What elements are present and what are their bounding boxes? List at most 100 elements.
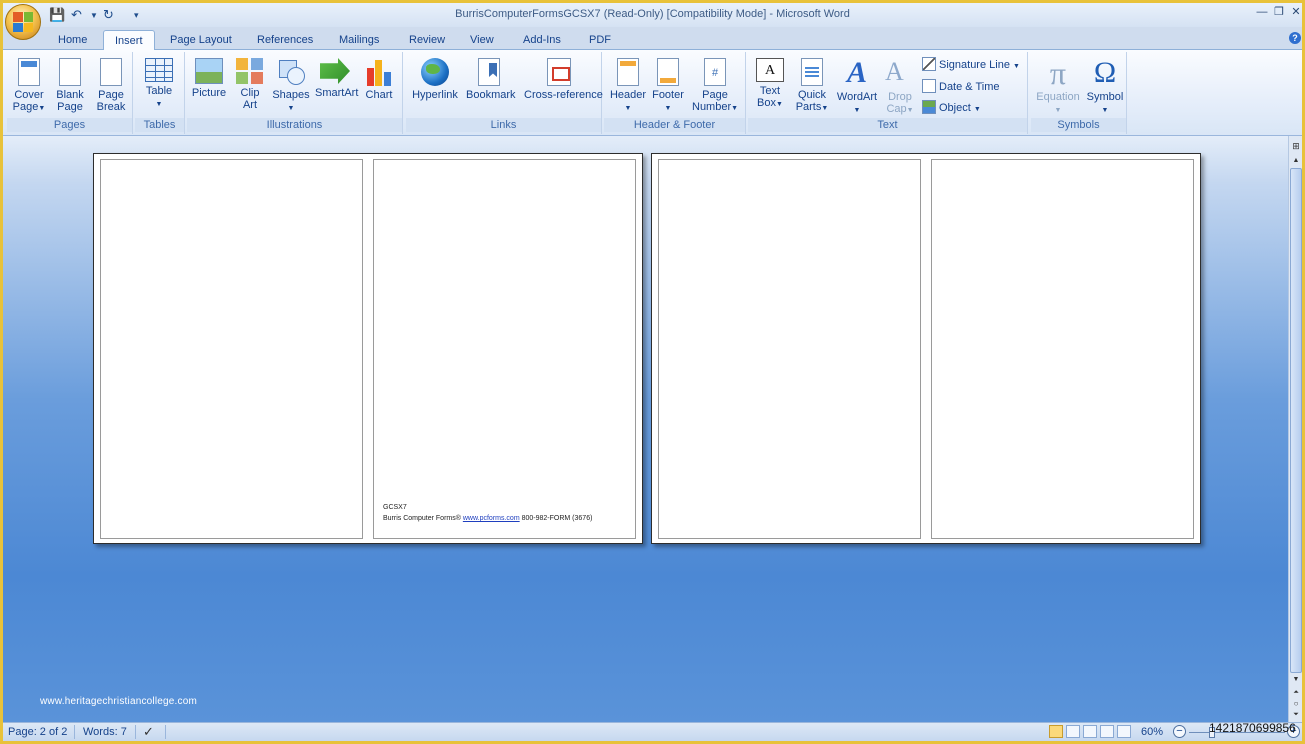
tab-pdf[interactable]: PDF xyxy=(578,30,622,50)
wordart-button[interactable]: A WordArt ▼ xyxy=(834,54,880,116)
blank-page-icon xyxy=(59,58,81,86)
help-icon[interactable]: ? xyxy=(1289,32,1301,44)
close-button[interactable]: ✕ xyxy=(1288,5,1302,19)
bookmark-button[interactable]: Bookmark xyxy=(466,54,516,116)
form-phone: 800-982-FORM (3676) xyxy=(521,515,593,522)
vertical-scrollbar[interactable]: ⊞ ▲ ▼ ⏶ ○ ⏷ xyxy=(1288,136,1302,722)
object-button[interactable]: Object ▼ xyxy=(922,99,981,117)
equation-button[interactable]: π Equation ▼ xyxy=(1033,54,1083,116)
restore-button[interactable]: ❐ xyxy=(1271,5,1287,19)
undo-dropdown-icon[interactable]: ▼ xyxy=(90,6,98,24)
signature-line-button[interactable]: Signature Line ▼ xyxy=(922,56,1020,74)
chart-button[interactable]: Chart xyxy=(359,54,399,116)
group-text: A Text Box▼ Quick Parts▼ A WordArt ▼ A D… xyxy=(748,52,1028,134)
tab-page-layout[interactable]: Page Layout xyxy=(159,30,243,50)
group-label-illustrations: Illustrations xyxy=(187,118,402,132)
shapes-button[interactable]: Shapes ▼ xyxy=(271,54,311,116)
picture-button[interactable]: Picture xyxy=(189,54,229,116)
ruler-toggle-icon[interactable]: ⊞ xyxy=(1290,141,1302,153)
scroll-thumb[interactable] xyxy=(1290,168,1302,673)
document-area[interactable]: GCSX7 Burris Computer Forms® www.pcforms… xyxy=(3,136,1288,722)
ribbon-tabs: Home Insert Page Layout References Maili… xyxy=(3,27,1302,51)
previous-page-icon[interactable]: ⏶ xyxy=(1290,688,1302,698)
watermark-text: www.heritagechristiancollege.com xyxy=(40,696,198,707)
tab-references[interactable]: References xyxy=(246,30,324,50)
status-page-number[interactable]: Page: 2 of 2 xyxy=(8,726,67,738)
chevron-down-icon: ▼ xyxy=(155,101,163,108)
chevron-down-icon: ▼ xyxy=(776,101,783,108)
window-title: BurrisComputerFormsGCSX7 (Read-Only) [Co… xyxy=(455,8,850,20)
web-layout-view-icon[interactable] xyxy=(1083,725,1097,738)
ribbon: Cover Page▼ Blank Page Page Break Pages … xyxy=(3,50,1302,136)
chevron-down-icon: ▼ xyxy=(821,105,829,112)
office-button[interactable] xyxy=(5,4,41,40)
footer-icon xyxy=(657,58,679,86)
omega-icon: Ω xyxy=(1093,56,1117,89)
next-page-icon[interactable]: ⏷ xyxy=(1290,710,1302,720)
print-layout-view-icon[interactable] xyxy=(1049,725,1063,738)
tab-view[interactable]: View xyxy=(459,30,505,50)
quick-parts-button[interactable]: Quick Parts▼ xyxy=(792,54,832,116)
chevron-down-icon: ▼ xyxy=(1101,107,1109,114)
save-icon[interactable]: 💾 xyxy=(49,6,65,24)
bookmark-icon xyxy=(478,58,500,86)
table-icon xyxy=(145,58,173,82)
undo-icon[interactable]: ↶ xyxy=(71,6,82,24)
chevron-down-icon: ▼ xyxy=(906,107,914,114)
smartart-button[interactable]: SmartArt xyxy=(315,54,358,116)
header-button[interactable]: Header ▼ xyxy=(608,54,648,116)
minimize-button[interactable]: — xyxy=(1254,5,1270,19)
cross-reference-button[interactable]: Cross-reference xyxy=(524,54,603,116)
group-tables: Table ▼ Tables xyxy=(135,52,185,134)
page-break-button[interactable]: Page Break xyxy=(91,54,131,116)
tab-insert[interactable]: Insert xyxy=(103,30,155,51)
hyperlink-button[interactable]: Hyperlink xyxy=(412,54,458,116)
group-header-footer: Header ▼ Footer ▼ # Page Number▼ Header … xyxy=(604,52,746,134)
proofing-icon[interactable]: ✓ xyxy=(143,724,154,740)
title-bar: BurrisComputerFormsGCSX7 (Read-Only) [Co… xyxy=(3,3,1302,27)
cover-page-icon xyxy=(18,58,40,86)
word-window: BurrisComputerFormsGCSX7 (Read-Only) [Co… xyxy=(3,3,1302,741)
status-word-count[interactable]: Words: 7 xyxy=(83,726,127,738)
tab-mailings[interactable]: Mailings xyxy=(328,30,390,50)
cover-page-button[interactable]: Cover Page▼ xyxy=(9,54,49,116)
blank-page-button[interactable]: Blank Page xyxy=(50,54,90,116)
outline-view-icon[interactable] xyxy=(1100,725,1114,738)
text-box-button[interactable]: A Text Box▼ xyxy=(750,54,790,116)
document-page-1[interactable]: GCSX7 Burris Computer Forms® www.pcforms… xyxy=(93,153,643,544)
clip-art-button[interactable]: Clip Art xyxy=(230,54,270,116)
chart-icon xyxy=(365,58,393,86)
status-separator xyxy=(165,725,166,739)
text-box-icon: A xyxy=(756,58,784,82)
drop-cap-button[interactable]: A Drop Cap▼ xyxy=(880,54,920,116)
office-logo-icon xyxy=(13,12,33,32)
draft-view-icon[interactable] xyxy=(1117,725,1131,738)
redo-icon[interactable]: ↻ xyxy=(103,6,114,24)
document-page-2[interactable] xyxy=(651,153,1201,544)
page-number-button[interactable]: # Page Number▼ xyxy=(692,54,738,116)
form-link[interactable]: www.pcforms.com xyxy=(463,515,520,522)
zoom-level[interactable]: 60% xyxy=(1141,726,1163,738)
symbol-button[interactable]: Ω Symbol ▼ xyxy=(1085,54,1125,116)
date-time-button[interactable]: Date & Time xyxy=(922,78,1000,96)
signature-icon xyxy=(922,57,936,71)
chevron-down-icon: ▼ xyxy=(731,105,739,112)
scroll-down-icon[interactable]: ▼ xyxy=(1290,675,1302,685)
tab-review[interactable]: Review xyxy=(398,30,456,50)
globe-icon xyxy=(421,58,449,86)
customize-qat-icon[interactable]: ▾ xyxy=(134,6,139,24)
wordart-icon: A xyxy=(846,56,867,89)
chevron-down-icon: ▼ xyxy=(1054,107,1062,114)
tab-add-ins[interactable]: Add-Ins xyxy=(512,30,572,50)
browse-object-icon[interactable]: ○ xyxy=(1290,699,1302,709)
scroll-up-icon[interactable]: ▲ xyxy=(1290,156,1302,166)
zoom-out-button[interactable]: − xyxy=(1173,725,1186,738)
tab-home[interactable]: Home xyxy=(47,30,98,50)
full-screen-reading-view-icon[interactable] xyxy=(1066,725,1080,738)
group-label-text: Text xyxy=(748,118,1027,132)
group-pages: Cover Page▼ Blank Page Page Break Pages xyxy=(7,52,133,134)
footer-button[interactable]: Footer ▼ xyxy=(648,54,688,116)
group-symbols: π Equation ▼ Ω Symbol ▼ Symbols xyxy=(1031,52,1127,134)
table-button[interactable]: Table ▼ xyxy=(139,54,179,116)
chevron-down-icon: ▼ xyxy=(38,105,46,112)
